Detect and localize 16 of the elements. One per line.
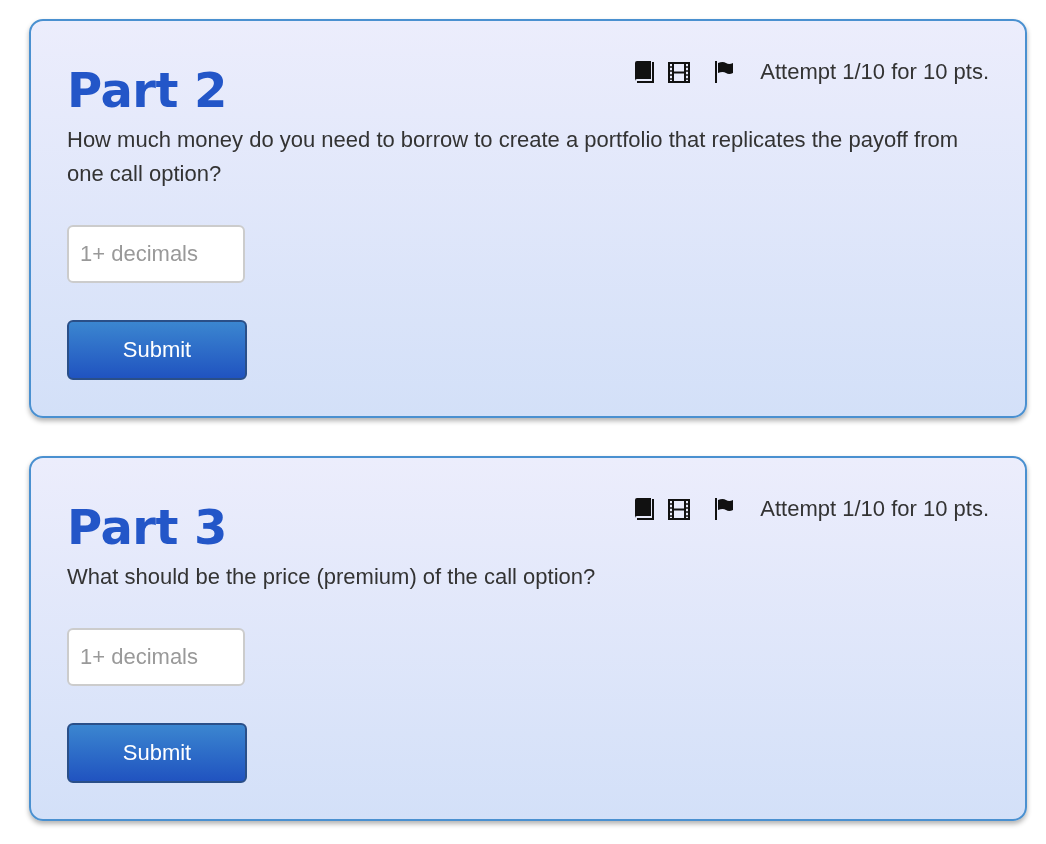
submit-button[interactable]: Submit [67, 723, 247, 783]
film-icon[interactable] [668, 498, 691, 520]
attempt-info: Attempt 1/10 for 10 pts. [760, 496, 989, 522]
submit-button[interactable]: Submit [67, 320, 247, 380]
answer-field[interactable]: 1+ decimals [67, 225, 245, 283]
answer-field[interactable]: 1+ decimals [67, 628, 245, 686]
flag-icon[interactable] [714, 61, 735, 83]
flag-icon[interactable] [714, 498, 735, 520]
book-icon[interactable] [634, 498, 655, 520]
question-text: How much money do you need to borrow to create a portfolio that replicates the payoff from one call option? [67, 126, 960, 188]
book-icon[interactable] [634, 61, 655, 83]
attempt-info: Attempt 1/10 for 10 pts. [760, 59, 989, 85]
question-text: What should be the price (premium) of the call option? [67, 563, 597, 591]
part-title: Part 3 [67, 498, 227, 556]
part-title: Part 2 [67, 61, 227, 119]
film-icon[interactable] [668, 61, 691, 83]
